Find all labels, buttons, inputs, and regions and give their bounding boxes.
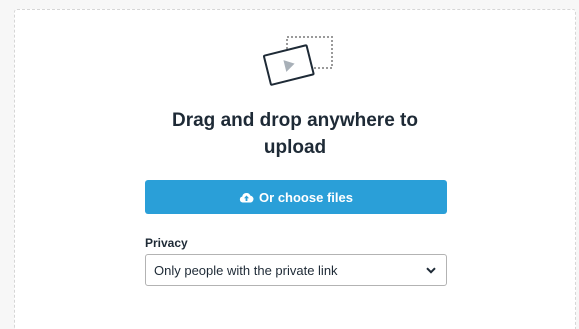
choose-files-button[interactable]: Or choose files [145,180,447,214]
chevron-down-icon [426,266,436,274]
privacy-label: Privacy [145,236,188,250]
choose-files-label: Or choose files [259,189,353,205]
page-title: Drag and drop anywhere to upload [15,107,575,161]
video-file-icon [257,34,335,88]
upload-dropzone[interactable]: Drag and drop anywhere to upload Or choo… [14,9,576,329]
cloud-upload-icon [239,191,254,203]
heading-line-2: upload [263,137,327,158]
heading-line-1: Drag and drop anywhere to [172,110,418,131]
privacy-select-value: Only people with the private link [154,262,338,278]
privacy-select[interactable]: Only people with the private link [145,254,447,286]
